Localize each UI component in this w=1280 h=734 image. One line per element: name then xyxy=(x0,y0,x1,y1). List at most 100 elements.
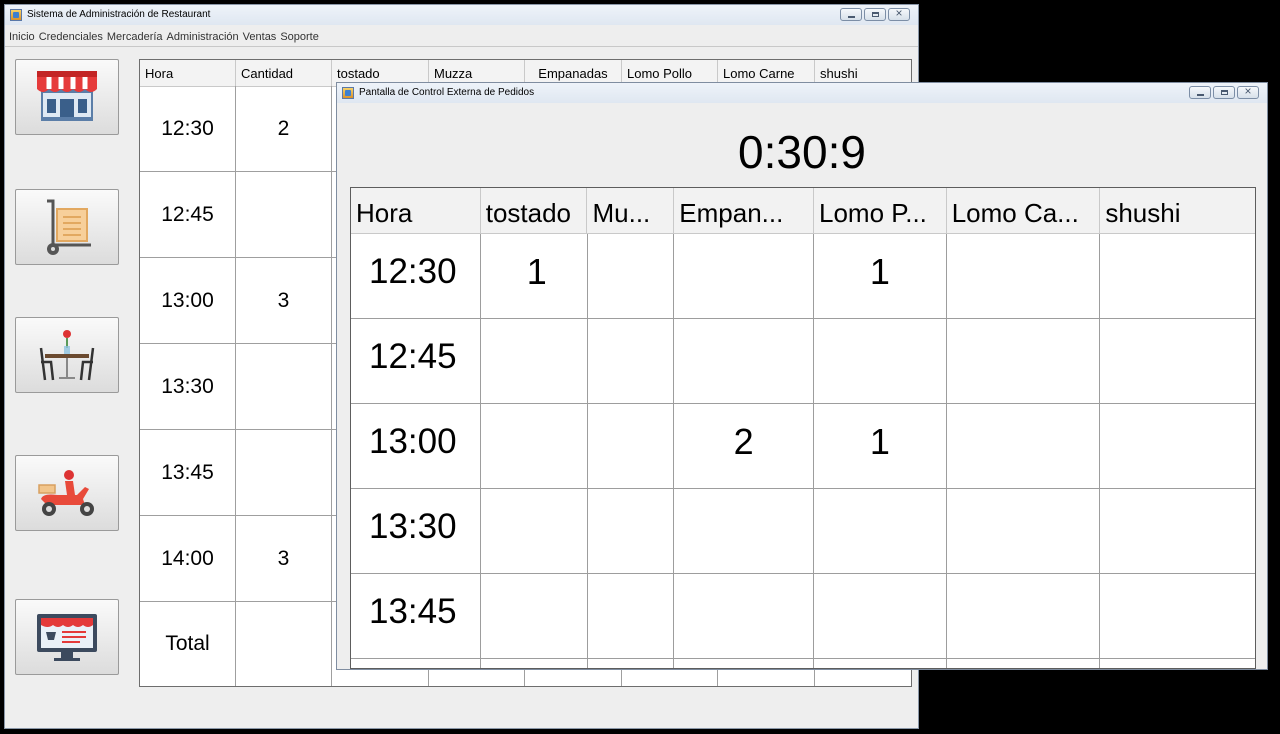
maximize-button[interactable] xyxy=(1213,86,1235,99)
cell-hora xyxy=(351,659,481,668)
cell-lomo-carne xyxy=(947,319,1101,403)
minimize-button[interactable] xyxy=(840,8,862,21)
cell-lomo-pollo: 1 xyxy=(814,404,947,488)
cell-muzza xyxy=(588,489,675,573)
cell-lomo-pollo xyxy=(814,574,947,658)
online-shop-icon xyxy=(37,614,97,661)
cell-hora: 13:45 xyxy=(140,430,236,515)
table-row[interactable] xyxy=(351,659,1255,668)
external-orders-header: Hora tostado Mu... Empan... Lomo P... Lo… xyxy=(351,188,1255,234)
cell-hora: 12:30 xyxy=(140,86,236,171)
cell-muzza xyxy=(588,574,675,658)
cell-cantidad: 2 xyxy=(236,86,332,171)
cell-shushi xyxy=(1100,574,1255,658)
cell-tostado xyxy=(481,489,588,573)
table-row[interactable]: 13:45 xyxy=(351,574,1255,659)
cell-muzza xyxy=(588,404,675,488)
minimize-button[interactable] xyxy=(1189,86,1211,99)
col-cantidad[interactable]: Cantidad xyxy=(236,60,332,86)
cell-empanadas xyxy=(674,234,815,318)
col-shushi[interactable]: shushi xyxy=(1100,188,1255,233)
cell-muzza xyxy=(588,319,675,403)
cell-hora: 13:45 xyxy=(351,574,481,658)
cell-tostado: 1 xyxy=(481,234,588,318)
cell-lomo-carne xyxy=(947,234,1101,318)
cell-lomo-carne xyxy=(947,574,1101,658)
cell-tostado xyxy=(481,574,588,658)
cell-cantidad: 3 xyxy=(236,258,332,343)
main-title-bar[interactable]: Sistema de Administración de Restaurant xyxy=(5,5,918,25)
menu-mercaderia[interactable]: Mercadería xyxy=(107,29,163,46)
cell-tostado xyxy=(481,659,588,668)
menu-administracion[interactable]: Administración xyxy=(167,29,239,46)
cell-total-cantidad xyxy=(236,602,332,686)
external-orders-table[interactable]: Hora tostado Mu... Empan... Lomo P... Lo… xyxy=(350,187,1256,669)
cell-empanadas xyxy=(674,659,815,668)
second-title-bar[interactable]: Pantalla de Control Externa de Pedidos xyxy=(337,83,1267,103)
cell-hora: 13:30 xyxy=(140,344,236,429)
col-muzza[interactable]: Mu... xyxy=(587,188,675,233)
col-tostado[interactable]: tostado xyxy=(481,188,588,233)
cell-hora: 13:30 xyxy=(351,489,481,573)
cell-lomo-pollo: 1 xyxy=(814,234,947,318)
timer-display: 0:30:9 xyxy=(738,126,866,178)
cell-hora: 13:00 xyxy=(140,258,236,343)
cell-hora: 12:30 xyxy=(351,234,481,318)
cell-muzza xyxy=(588,234,675,318)
cell-empanadas xyxy=(674,574,815,658)
close-button[interactable] xyxy=(1237,84,1259,99)
table-row[interactable]: 13:30 xyxy=(351,489,1255,574)
cell-shushi xyxy=(1100,404,1255,488)
menu-inicio[interactable]: Inicio xyxy=(9,29,35,46)
second-window-title: Pantalla de Control Externa de Pedidos xyxy=(359,87,535,98)
cell-lomo-carne xyxy=(947,489,1101,573)
cell-hora: 14:00 xyxy=(140,516,236,601)
cell-lomo-pollo xyxy=(814,319,947,403)
cell-cantidad: 3 xyxy=(236,516,332,601)
online-shop-button[interactable] xyxy=(15,599,119,675)
store-icon xyxy=(37,71,97,121)
maximize-button[interactable] xyxy=(864,8,886,21)
main-window-title: Sistema de Administración de Restaurant xyxy=(27,9,211,20)
cell-lomo-carne xyxy=(947,404,1101,488)
cell-empanadas xyxy=(674,489,815,573)
java-app-icon xyxy=(342,87,354,99)
cell-shushi xyxy=(1100,659,1255,668)
menu-credenciales[interactable]: Credenciales xyxy=(39,29,103,46)
cell-lomo-pollo xyxy=(814,659,947,668)
store-button[interactable] xyxy=(15,59,119,135)
tables-button[interactable] xyxy=(15,317,119,393)
cart-button[interactable] xyxy=(15,189,119,265)
cell-empanadas: 2 xyxy=(674,404,815,488)
close-button[interactable] xyxy=(888,6,910,21)
delivery-scooter-icon xyxy=(38,470,94,516)
orders-control-window: Pantalla de Control Externa de Pedidos 0… xyxy=(336,82,1268,670)
cell-hora: 12:45 xyxy=(351,319,481,403)
cell-empanadas xyxy=(674,319,815,403)
cell-muzza xyxy=(588,659,675,668)
cell-tostado xyxy=(481,404,588,488)
cell-cantidad xyxy=(236,172,332,257)
delivery-button[interactable] xyxy=(15,455,119,531)
cell-hora: 13:00 xyxy=(351,404,481,488)
table-row[interactable]: 13:00 2 1 xyxy=(351,404,1255,489)
cell-tostado xyxy=(481,319,588,403)
cell-shushi xyxy=(1100,234,1255,318)
java-app-icon xyxy=(10,9,22,21)
col-hora[interactable]: Hora xyxy=(351,188,481,233)
dining-table-icon xyxy=(39,330,95,381)
col-hora[interactable]: Hora xyxy=(140,60,236,86)
cell-lomo-pollo xyxy=(814,489,947,573)
cell-shushi xyxy=(1100,489,1255,573)
col-lomo-pollo[interactable]: Lomo P... xyxy=(814,188,947,233)
col-lomo-carne[interactable]: Lomo Ca... xyxy=(947,188,1101,233)
cell-hora: 12:45 xyxy=(140,172,236,257)
menu-ventas[interactable]: Ventas xyxy=(243,29,277,46)
menu-bar: Inicio Credenciales Mercadería Administr… xyxy=(5,29,918,47)
menu-soporte[interactable]: Soporte xyxy=(280,29,319,46)
col-empanadas[interactable]: Empan... xyxy=(674,188,814,233)
table-row[interactable]: 12:30 1 1 xyxy=(351,234,1255,319)
table-row[interactable]: 12:45 xyxy=(351,319,1255,404)
cell-lomo-carne xyxy=(947,659,1101,668)
cell-total-label: Total xyxy=(140,602,236,686)
